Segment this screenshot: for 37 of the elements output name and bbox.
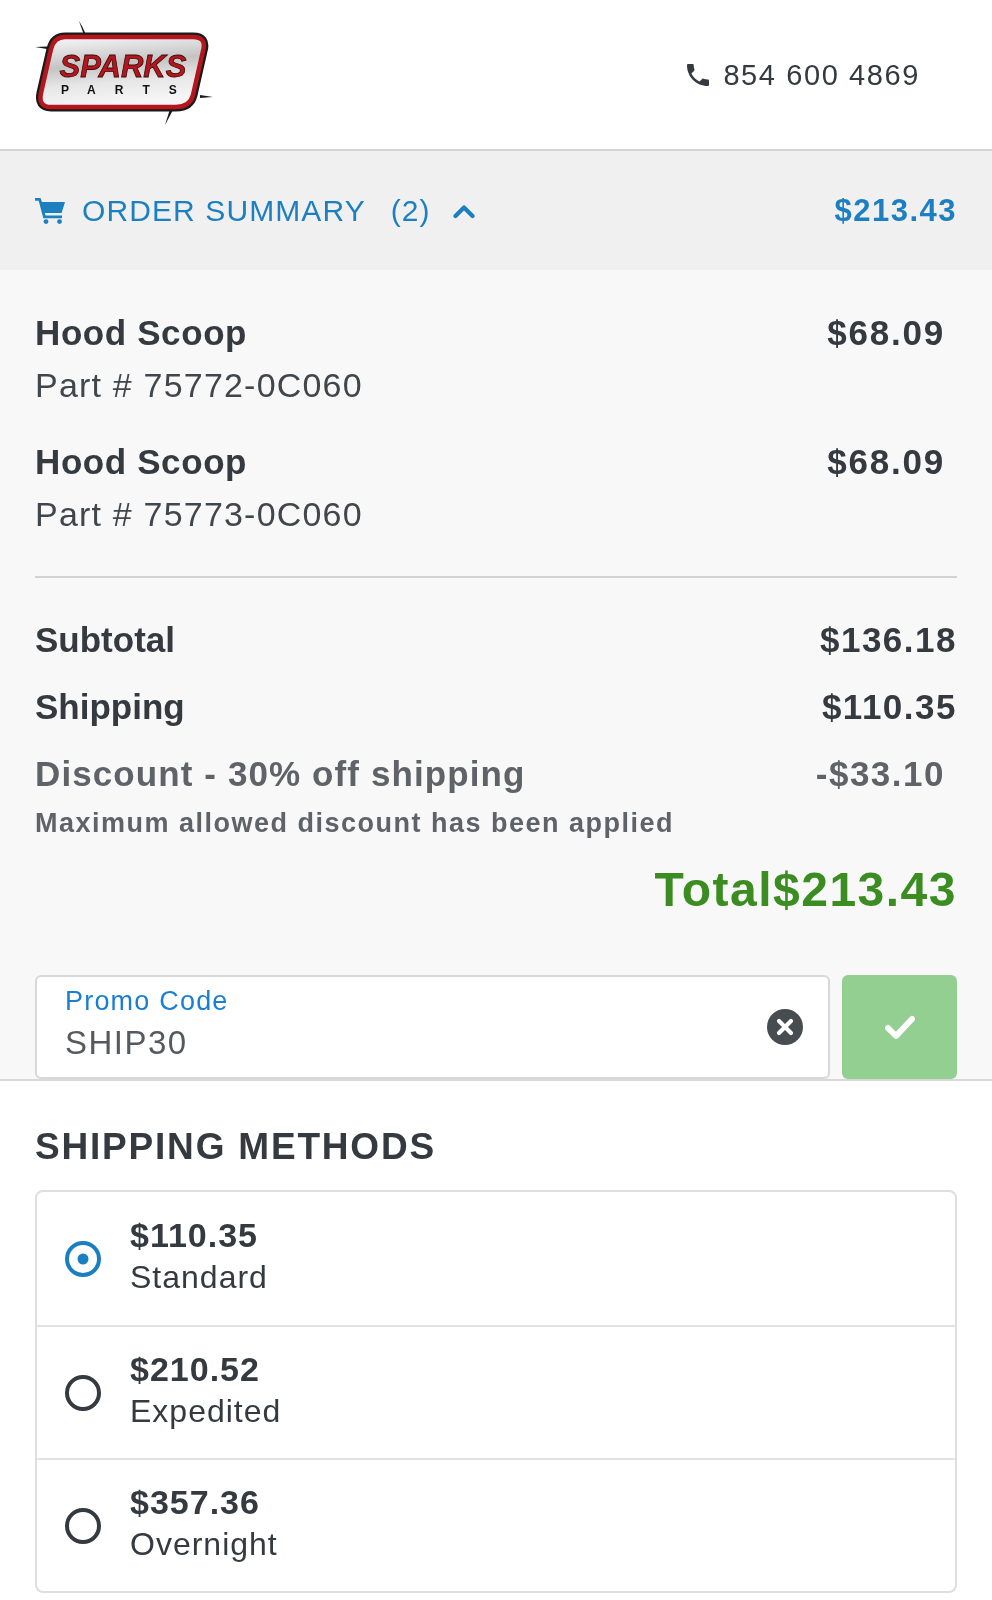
discount-note: Maximum allowed discount has been applied xyxy=(35,807,675,839)
total-value: $213.43 xyxy=(773,862,957,918)
item-count: (2) xyxy=(390,192,431,229)
order-total: $213.43 xyxy=(834,192,957,229)
phone-link[interactable]: 854 600 4869 xyxy=(687,56,920,93)
item-price: $68.09 xyxy=(827,441,945,483)
shipping-price: $210.52 xyxy=(130,1348,260,1390)
promo-code-input[interactable]: SHIP30 xyxy=(65,1023,767,1063)
order-summary-title: ORDER SUMMARY xyxy=(82,192,366,229)
discount-label: Discount - 30% off shipping xyxy=(35,753,526,795)
part-number: Part # 75772-0C060 xyxy=(35,365,363,406)
order-summary-bar[interactable]: ORDER SUMMARY (2) $213.43 xyxy=(0,151,992,270)
phone-icon xyxy=(687,63,710,86)
promo-code-label: Promo Code xyxy=(65,986,229,1016)
radio-button[interactable] xyxy=(65,1374,101,1411)
shipping-method-name: Overnight xyxy=(130,1524,278,1564)
shipping-price: $110.35 xyxy=(130,1214,259,1256)
item-name: Hood Scoop xyxy=(35,441,249,483)
summary-value: $110.35 xyxy=(821,686,957,728)
item-name: Hood Scoop xyxy=(35,312,249,354)
radio-button[interactable] xyxy=(65,1240,101,1277)
summary-label: Shipping xyxy=(35,686,185,728)
summary-value: $136.18 xyxy=(819,619,957,661)
shipping-method-name: Standard xyxy=(130,1257,268,1297)
radio-button[interactable] xyxy=(65,1507,101,1544)
part-number: Part # 75773-0C060 xyxy=(35,494,363,535)
discount-value: -$33.10 xyxy=(815,753,945,795)
item-price: $68.09 xyxy=(827,312,945,354)
check-icon xyxy=(884,1014,915,1040)
shipping-price: $357.36 xyxy=(130,1481,260,1523)
summary-label: Subtotal xyxy=(35,619,175,661)
promo-code-field[interactable]: Promo Code SHIP30 xyxy=(35,975,830,1079)
cart-icon xyxy=(35,197,65,224)
shipping-method-name: Expedited xyxy=(130,1391,282,1431)
clear-icon[interactable] xyxy=(767,1009,803,1045)
section-heading: SHIPPING METHODS xyxy=(35,1125,436,1169)
total-label: Total xyxy=(654,862,773,918)
